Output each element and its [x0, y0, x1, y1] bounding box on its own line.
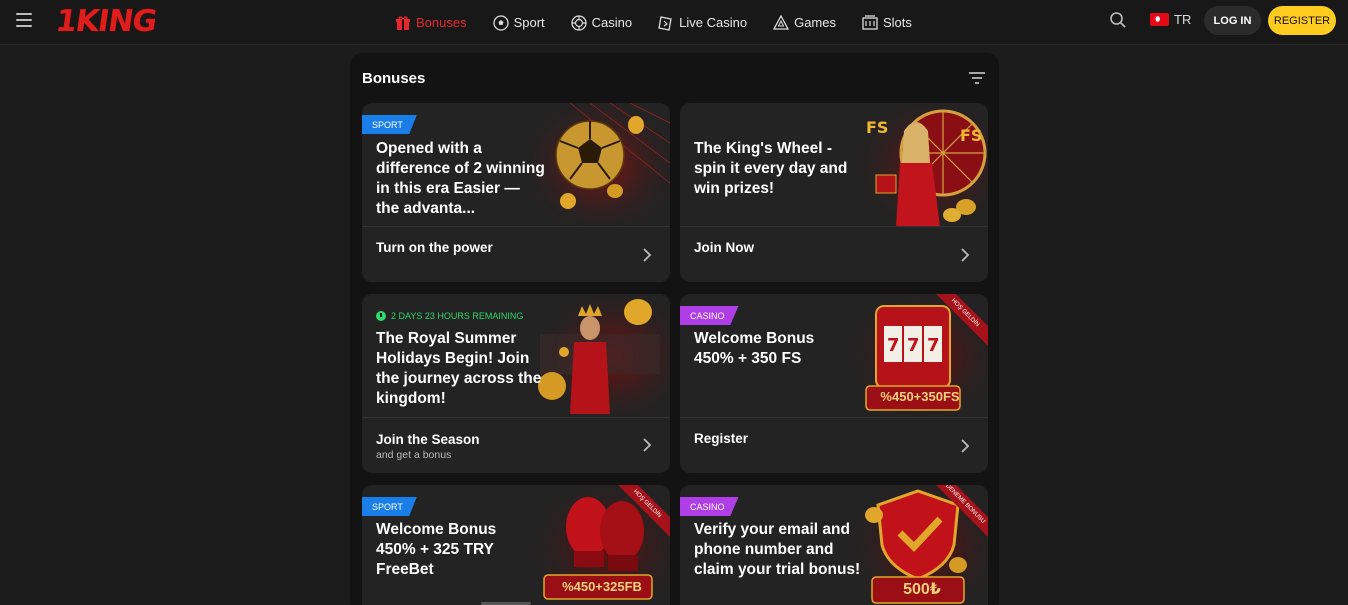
divider: [362, 226, 670, 227]
bonus-description: The King's Wheel - spin it every day and…: [694, 140, 848, 197]
sport-badge: SPORT: [362, 497, 417, 516]
nav-item-bonuses[interactable]: Bonuses: [395, 15, 467, 31]
nav-label: Bonuses: [416, 15, 467, 30]
bonus-description: Welcome Bonus 450% + 325 TRY FreeBet: [376, 521, 497, 578]
bonus-card[interactable]: 2 DAYS 23 HOURS REMAINING The Royal Summ…: [362, 294, 670, 473]
nav-item-casino[interactable]: Casino: [571, 14, 633, 31]
bonus-description: Welcome Bonus 450% + 350 FS: [694, 330, 815, 367]
nav-item-slots[interactable]: Slots: [862, 14, 912, 31]
page-title: Bonuses: [362, 70, 426, 87]
main-nav: Bonuses Sport Casino Live Casino Games S…: [395, 0, 938, 45]
svg-text:FS: FS: [866, 118, 888, 137]
nav-label: Sport: [513, 15, 545, 30]
countdown-timer: 2 DAYS 23 HOURS REMAINING: [376, 311, 523, 321]
sport-badge: SPORT: [362, 115, 417, 134]
register-button[interactable]: REGISTER: [1268, 6, 1336, 35]
countdown-text: 2 DAYS 23 HOURS REMAINING: [391, 311, 524, 321]
casino-badge: CASINO: [680, 497, 739, 516]
bonus-card[interactable]: HOŞ GELDİN %450+325FB SPORT Welcome Bonu…: [362, 485, 670, 605]
casino-chip-icon: [571, 14, 587, 31]
bonus-cta-label[interactable]: Turn on the power: [376, 240, 493, 255]
bonus-cta-sublabel: and get a bonus: [376, 449, 452, 461]
nav-label: Games: [794, 15, 836, 30]
promo-label: %450+325FB: [562, 579, 642, 594]
royal-summer-image: [530, 294, 670, 418]
top-header: 1KING Bonuses Sport Casino Live Casino G…: [0, 0, 1348, 45]
bonus-description: The Royal Summer Holidays Begin! Join th…: [376, 330, 542, 407]
kings-wheel-image: FS FS: [848, 103, 988, 227]
live-casino-icon: [658, 15, 672, 31]
login-button[interactable]: LOG IN: [1204, 6, 1261, 35]
nav-label: Casino: [591, 15, 633, 30]
language-selector[interactable]: TR: [1150, 12, 1191, 27]
casino-badge: CASINO: [680, 306, 739, 325]
chevron-right-icon[interactable]: [960, 439, 970, 453]
bonuses-panel: Bonuses SPORT Opened with a difference o…: [350, 53, 999, 605]
site-logo[interactable]: 1KING: [54, 4, 159, 39]
svg-text:7: 7: [927, 335, 940, 356]
chevron-right-icon[interactable]: [960, 248, 970, 262]
soccer-ball-image: [530, 103, 670, 227]
nav-item-games[interactable]: Games: [773, 14, 836, 31]
gift-icon: [396, 15, 410, 30]
bonus-description: Verify your email and phone number and c…: [694, 521, 861, 578]
divider: [362, 417, 670, 418]
svg-text:7: 7: [887, 335, 900, 356]
promo-label: 500₺: [903, 581, 941, 598]
turkey-flag-icon: [1150, 13, 1169, 26]
nav-label: Live Casino: [679, 15, 748, 30]
slots-icon: [862, 14, 878, 30]
svg-text:FS: FS: [960, 126, 982, 145]
chevron-right-icon[interactable]: [642, 438, 652, 452]
bonus-card[interactable]: SPORT Opened with a difference of 2 winn…: [362, 103, 670, 282]
bonus-card[interactable]: DENEME BONUSU 500₺ CASINO Verify your em…: [680, 485, 988, 605]
divider: [680, 417, 988, 418]
language-label: TR: [1174, 12, 1192, 27]
bonus-cta-label[interactable]: Join the Season: [376, 432, 480, 447]
bonus-card[interactable]: FS FS The King's Wheel - spin it every d…: [680, 103, 988, 282]
nav-item-live-casino[interactable]: Live Casino: [658, 15, 747, 31]
divider: [680, 226, 988, 227]
nav-item-sport[interactable]: Sport: [492, 14, 545, 31]
svg-text:7: 7: [907, 335, 920, 356]
games-icon: [773, 14, 790, 30]
soccer-ball-icon: [492, 14, 509, 31]
filter-icon[interactable]: [968, 70, 986, 86]
bonus-description: Opened with a difference of 2 winning in…: [376, 140, 545, 217]
bonus-cta-label[interactable]: Join Now: [694, 240, 754, 255]
clock-icon: [376, 311, 386, 321]
bonus-cta-label[interactable]: Register: [694, 431, 748, 446]
hamburger-menu-icon[interactable]: [16, 13, 32, 27]
chevron-right-icon[interactable]: [642, 248, 652, 262]
bonus-card[interactable]: 7 7 7 HOŞ GELDİN %450+350FS CASINO Welco…: [680, 294, 988, 473]
search-icon[interactable]: [1109, 11, 1127, 29]
promo-label: %450+350FS: [880, 389, 960, 404]
nav-label: Slots: [882, 15, 912, 30]
